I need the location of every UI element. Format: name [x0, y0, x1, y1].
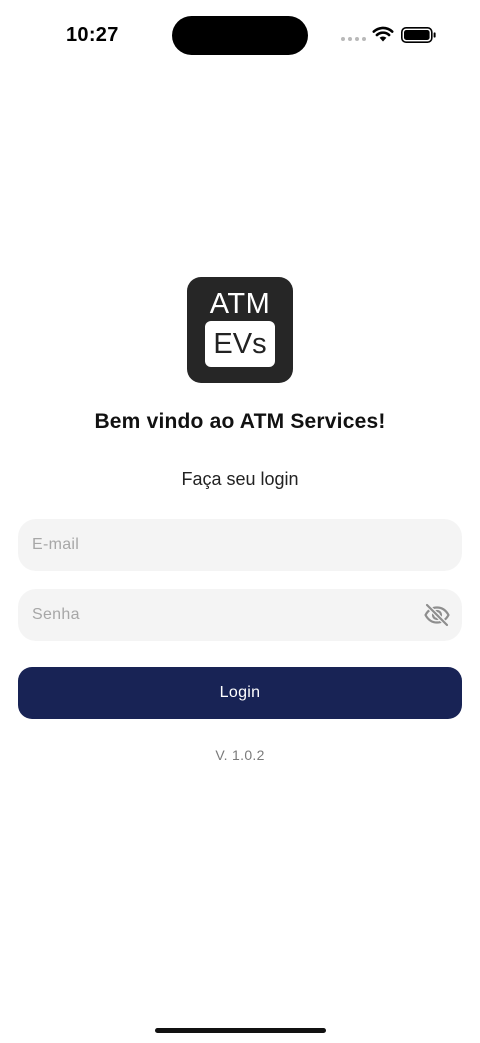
eye-off-icon[interactable] — [424, 603, 450, 627]
signal-dots-icon — [341, 37, 366, 41]
battery-icon — [401, 27, 436, 43]
logo-text-atm: ATM — [209, 288, 271, 320]
logo-text-evs: EVs — [213, 328, 267, 360]
status-bar: 10:27 — [0, 0, 480, 72]
email-input[interactable] — [18, 519, 462, 571]
login-subtitle: Faça seu login — [181, 469, 299, 489]
wifi-icon — [372, 26, 394, 42]
status-time: 10:27 — [66, 24, 119, 46]
password-input[interactable] — [18, 589, 462, 641]
version-label: V. 1.0.2 — [215, 747, 265, 763]
app-logo: ATM EVs — [187, 277, 293, 383]
welcome-title: Bem vindo ao ATM Services! — [94, 410, 386, 433]
logo-label-box: EVs — [205, 321, 275, 367]
dynamic-island — [172, 16, 308, 55]
login-button[interactable]: Login — [18, 667, 462, 719]
email-field-container — [18, 519, 462, 571]
password-field-container — [18, 589, 462, 641]
home-indicator[interactable] — [155, 1028, 326, 1033]
